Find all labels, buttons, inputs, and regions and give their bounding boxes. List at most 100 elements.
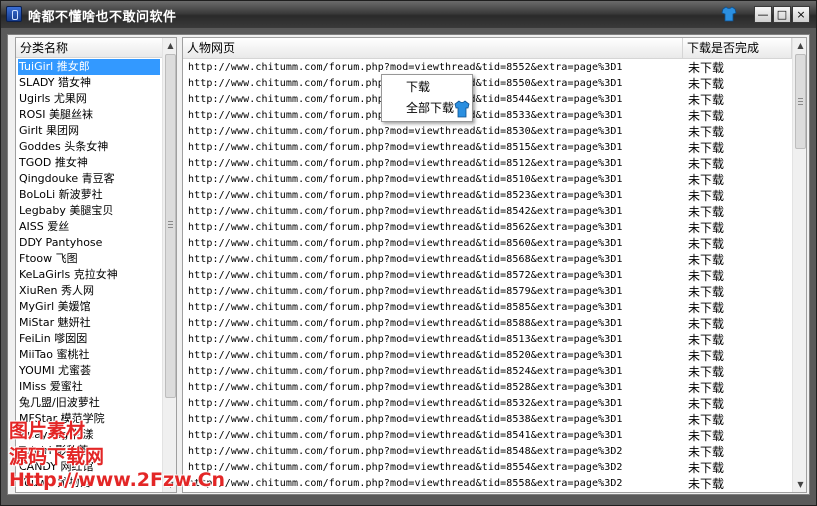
category-item[interactable]: MiiTao 蜜桃社 bbox=[16, 347, 162, 363]
table-row[interactable]: http://www.chitumm.com/forum.php?mod=vie… bbox=[183, 300, 792, 316]
table-row[interactable]: http://www.chitumm.com/forum.php?mod=vie… bbox=[183, 284, 792, 300]
category-item[interactable]: ROSI 美腿丝袜 bbox=[16, 107, 162, 123]
url-cell: http://www.chitumm.com/forum.php?mod=vie… bbox=[188, 302, 623, 313]
status-cell: 未下载 bbox=[688, 397, 725, 411]
table-row[interactable]: http://www.chitumm.com/forum.php?mod=vie… bbox=[183, 92, 792, 108]
table-row[interactable]: http://www.chitumm.com/forum.php?mod=vie… bbox=[183, 204, 792, 220]
scroll-thumb[interactable] bbox=[795, 54, 806, 149]
url-cell: http://www.chitumm.com/forum.php?mod=vie… bbox=[188, 174, 623, 185]
watermark-line: 源码下载网 bbox=[9, 446, 105, 468]
category-item[interactable]: 兔几盟/旧波萝社 bbox=[16, 395, 162, 411]
url-cell: http://www.chitumm.com/forum.php?mod=vie… bbox=[188, 462, 623, 473]
table-row[interactable]: http://www.chitumm.com/forum.php?mod=vie… bbox=[183, 364, 792, 380]
category-item[interactable]: TGOD 推女神 bbox=[16, 155, 162, 171]
category-item[interactable]: XiuRen 秀人网 bbox=[16, 283, 162, 299]
status-cell: 未下载 bbox=[688, 237, 725, 251]
category-item[interactable]: FeiLin 嗲囡囡 bbox=[16, 331, 162, 347]
table-row[interactable]: http://www.chitumm.com/forum.php?mod=vie… bbox=[183, 460, 792, 476]
close-button[interactable]: × bbox=[792, 6, 810, 23]
table-row[interactable]: http://www.chitumm.com/forum.php?mod=vie… bbox=[183, 108, 792, 124]
status-cell: 未下载 bbox=[688, 445, 725, 459]
maximize-button[interactable]: □ bbox=[773, 6, 791, 23]
category-item[interactable]: BoLoLi 新波萝社 bbox=[16, 187, 162, 203]
table-row[interactable]: http://www.chitumm.com/forum.php?mod=vie… bbox=[183, 444, 792, 460]
table-row[interactable]: http://www.chitumm.com/forum.php?mod=vie… bbox=[183, 172, 792, 188]
status-cell: 未下载 bbox=[688, 461, 725, 475]
status-cell: 未下载 bbox=[688, 301, 725, 315]
scroll-up-arrow-icon[interactable]: ▲ bbox=[163, 38, 176, 53]
table-row[interactable]: http://www.chitumm.com/forum.php?mod=vie… bbox=[183, 316, 792, 332]
table-header: 人物网页 下载是否完成 bbox=[183, 38, 792, 59]
title-bar[interactable]: 啥都不懂啥也不敢问软件 — □ × bbox=[1, 1, 816, 28]
shirt-icon[interactable] bbox=[721, 6, 737, 22]
status-cell: 未下载 bbox=[688, 221, 725, 235]
shirt-cursor-icon bbox=[454, 100, 470, 118]
category-column-header[interactable]: 分类名称 bbox=[16, 38, 162, 58]
scroll-up-arrow-icon[interactable]: ▲ bbox=[793, 38, 806, 53]
status-cell: 未下载 bbox=[688, 381, 725, 395]
status-cell: 未下载 bbox=[688, 317, 725, 331]
table-row[interactable]: http://www.chitumm.com/forum.php?mod=vie… bbox=[183, 140, 792, 156]
table-row[interactable]: http://www.chitumm.com/forum.php?mod=vie… bbox=[183, 428, 792, 444]
category-item[interactable]: Legbaby 美腿宝贝 bbox=[16, 203, 162, 219]
category-item[interactable]: Ugirls 尤果网 bbox=[16, 91, 162, 107]
table-row[interactable]: http://www.chitumm.com/forum.php?mod=vie… bbox=[183, 348, 792, 364]
url-table-body: http://www.chitumm.com/forum.php?mod=vie… bbox=[183, 60, 792, 492]
table-row[interactable]: http://www.chitumm.com/forum.php?mod=vie… bbox=[183, 380, 792, 396]
category-item[interactable]: MiStar 魅妍社 bbox=[16, 315, 162, 331]
table-row[interactable]: http://www.chitumm.com/forum.php?mod=vie… bbox=[183, 268, 792, 284]
status-cell: 未下载 bbox=[688, 109, 725, 123]
category-item[interactable]: IMiss 爱蜜社 bbox=[16, 379, 162, 395]
table-row[interactable]: http://www.chitumm.com/forum.php?mod=vie… bbox=[183, 332, 792, 348]
category-item[interactable]: Qingdouke 青豆客 bbox=[16, 171, 162, 187]
status-cell: 未下载 bbox=[688, 285, 725, 299]
status-cell: 未下载 bbox=[688, 429, 725, 443]
table-row[interactable]: http://www.chitumm.com/forum.php?mod=vie… bbox=[183, 76, 792, 92]
url-cell: http://www.chitumm.com/forum.php?mod=vie… bbox=[188, 222, 623, 233]
category-item[interactable]: YOUMI 尤蜜荟 bbox=[16, 363, 162, 379]
url-column-header[interactable]: 人物网页 bbox=[183, 38, 683, 59]
table-row[interactable]: http://www.chitumm.com/forum.php?mod=vie… bbox=[183, 220, 792, 236]
url-cell: http://www.chitumm.com/forum.php?mod=vie… bbox=[188, 366, 623, 377]
category-item[interactable]: MyGirl 美媛馆 bbox=[16, 299, 162, 315]
table-row[interactable]: http://www.chitumm.com/forum.php?mod=vie… bbox=[183, 60, 792, 76]
watermark: 图片素材 源码下载网 Http://www.2Fzw.Cn bbox=[9, 416, 225, 496]
status-cell: 未下载 bbox=[688, 93, 725, 107]
category-item[interactable]: KeLaGirls 克拉女神 bbox=[16, 267, 162, 283]
category-item[interactable]: SLADY 猎女神 bbox=[16, 75, 162, 91]
window-title: 啥都不懂啥也不敢问软件 bbox=[28, 10, 177, 25]
table-row[interactable]: http://www.chitumm.com/forum.php?mod=vie… bbox=[183, 124, 792, 140]
status-cell: 未下载 bbox=[688, 253, 725, 267]
minimize-button[interactable]: — bbox=[754, 6, 772, 23]
status-cell: 未下载 bbox=[688, 141, 725, 155]
url-cell: http://www.chitumm.com/forum.php?mod=vie… bbox=[188, 398, 623, 409]
table-row[interactable]: http://www.chitumm.com/forum.php?mod=vie… bbox=[183, 412, 792, 428]
url-cell: http://www.chitumm.com/forum.php?mod=vie… bbox=[188, 254, 623, 265]
status-cell: 未下载 bbox=[688, 157, 725, 171]
table-row[interactable]: http://www.chitumm.com/forum.php?mod=vie… bbox=[183, 236, 792, 252]
category-item[interactable]: Girlt 果团网 bbox=[16, 123, 162, 139]
menu-item-download[interactable]: 下载 bbox=[382, 77, 472, 97]
category-item[interactable]: Goddes 头条女神 bbox=[16, 139, 162, 155]
status-cell: 未下载 bbox=[688, 413, 725, 427]
url-cell: http://www.chitumm.com/forum.php?mod=vie… bbox=[188, 270, 623, 281]
status-column-header[interactable]: 下载是否完成 bbox=[683, 38, 792, 59]
category-item[interactable]: TuiGirl 推女郎 bbox=[18, 59, 160, 75]
url-cell: http://www.chitumm.com/forum.php?mod=vie… bbox=[188, 334, 623, 345]
table-row[interactable]: http://www.chitumm.com/forum.php?mod=vie… bbox=[183, 252, 792, 268]
table-row[interactable]: http://www.chitumm.com/forum.php?mod=vie… bbox=[183, 476, 792, 492]
status-cell: 未下载 bbox=[688, 77, 725, 91]
table-row[interactable]: http://www.chitumm.com/forum.php?mod=vie… bbox=[183, 188, 792, 204]
scroll-down-arrow-icon[interactable]: ▼ bbox=[793, 477, 806, 492]
category-item[interactable]: Ftoow 飞图 bbox=[16, 251, 162, 267]
table-row[interactable]: http://www.chitumm.com/forum.php?mod=vie… bbox=[183, 396, 792, 412]
url-cell: http://www.chitumm.com/forum.php?mod=vie… bbox=[188, 446, 623, 457]
category-item[interactable]: DDY Pantyhose bbox=[16, 235, 162, 251]
table-scrollbar[interactable]: ▲ ▼ bbox=[792, 38, 806, 492]
status-cell: 未下载 bbox=[688, 125, 725, 139]
category-item[interactable]: AISS 爱丝 bbox=[16, 219, 162, 235]
status-cell: 未下载 bbox=[688, 205, 725, 219]
watermark-url: Http://www.2Fzw.Cn bbox=[9, 469, 226, 491]
table-row[interactable]: http://www.chitumm.com/forum.php?mod=vie… bbox=[183, 156, 792, 172]
scroll-thumb[interactable] bbox=[165, 54, 176, 398]
